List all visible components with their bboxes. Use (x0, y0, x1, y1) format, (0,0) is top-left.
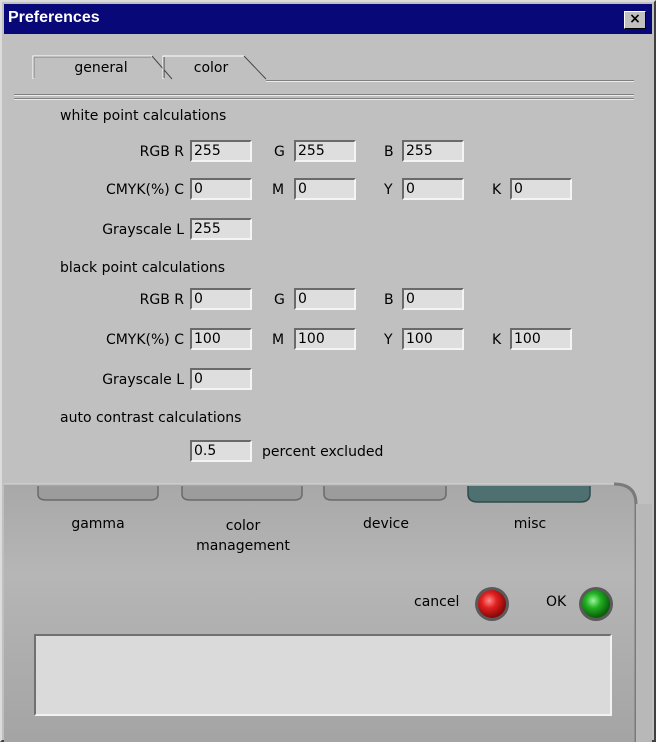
white-k-field[interactable]: 0 (510, 178, 572, 200)
cancel-label: cancel (414, 594, 460, 610)
white-g-field[interactable]: 255 (294, 140, 356, 162)
white-c-field[interactable]: 0 (190, 178, 252, 200)
black-rgb-label: RGB R (139, 292, 184, 308)
black-b-field[interactable]: 0 (402, 288, 464, 310)
bottom-tab-color-management[interactable]: color management (188, 516, 298, 556)
close-icon: × (629, 11, 641, 27)
close-button[interactable]: × (624, 11, 646, 29)
bottom-tab-color-management-strip (181, 486, 303, 501)
white-b-label: B (384, 144, 394, 160)
white-gray-label: Grayscale L (102, 222, 184, 238)
black-k-label: K (492, 332, 502, 348)
message-box (34, 634, 612, 716)
bottom-tab-device-strip (323, 486, 447, 501)
white-y-label: Y (384, 182, 393, 198)
tab-color-label: color (193, 60, 229, 76)
divider-top-2 (14, 98, 634, 100)
black-l-field[interactable]: 0 (190, 368, 252, 390)
white-rgb-label: RGB R (139, 144, 184, 160)
white-m-label: M (272, 182, 285, 198)
black-cmyk-label: CMYK(%) C (105, 332, 184, 348)
white-b-field[interactable]: 255 (402, 140, 464, 162)
white-point-heading: white point calculations (60, 108, 227, 124)
bottom-tab-misc[interactable]: misc (478, 516, 582, 532)
black-y-field[interactable]: 100 (402, 328, 464, 350)
white-m-field[interactable]: 0 (294, 178, 356, 200)
cancel-button[interactable] (474, 586, 510, 622)
bottom-tab-gamma[interactable]: gamma (48, 516, 148, 532)
percent-excluded-label: percent excluded (262, 444, 384, 460)
black-m-field[interactable]: 100 (294, 328, 356, 350)
tab-color[interactable]: color (162, 54, 272, 80)
auto-contrast-heading: auto contrast calculations (60, 410, 242, 426)
black-g-label: G (274, 292, 285, 308)
window-title: Preferences (8, 9, 100, 26)
white-g-label: G (274, 144, 285, 160)
title-bar[interactable]: Preferences × (4, 4, 652, 34)
bottom-tab-gamma-strip (37, 486, 159, 501)
black-point-heading: black point calculations (60, 260, 226, 276)
white-k-label: K (492, 182, 502, 198)
white-y-field[interactable]: 0 (402, 178, 464, 200)
divider-top (14, 94, 634, 96)
black-gray-label: Grayscale L (102, 372, 184, 388)
black-g-field[interactable]: 0 (294, 288, 356, 310)
black-k-field[interactable]: 100 (510, 328, 572, 350)
ok-label: OK (546, 594, 567, 610)
tab-general-label: general (74, 60, 128, 76)
white-cmyk-label: CMYK(%) C (105, 182, 184, 198)
ok-button[interactable] (578, 586, 614, 622)
bottom-tab-device[interactable]: device (334, 516, 438, 532)
preferences-window: Preferences × general color white point … (0, 0, 656, 742)
tab-baseline (266, 80, 634, 82)
white-l-field[interactable]: 255 (190, 218, 252, 240)
percent-excluded-field[interactable]: 0.5 (190, 440, 252, 462)
bottom-tab-misc-strip (467, 486, 591, 503)
black-r-field[interactable]: 0 (190, 288, 252, 310)
black-c-field[interactable]: 100 (190, 328, 252, 350)
black-m-label: M (272, 332, 285, 348)
black-b-label: B (384, 292, 394, 308)
white-r-field[interactable]: 255 (190, 140, 252, 162)
black-y-label: Y (384, 332, 393, 348)
